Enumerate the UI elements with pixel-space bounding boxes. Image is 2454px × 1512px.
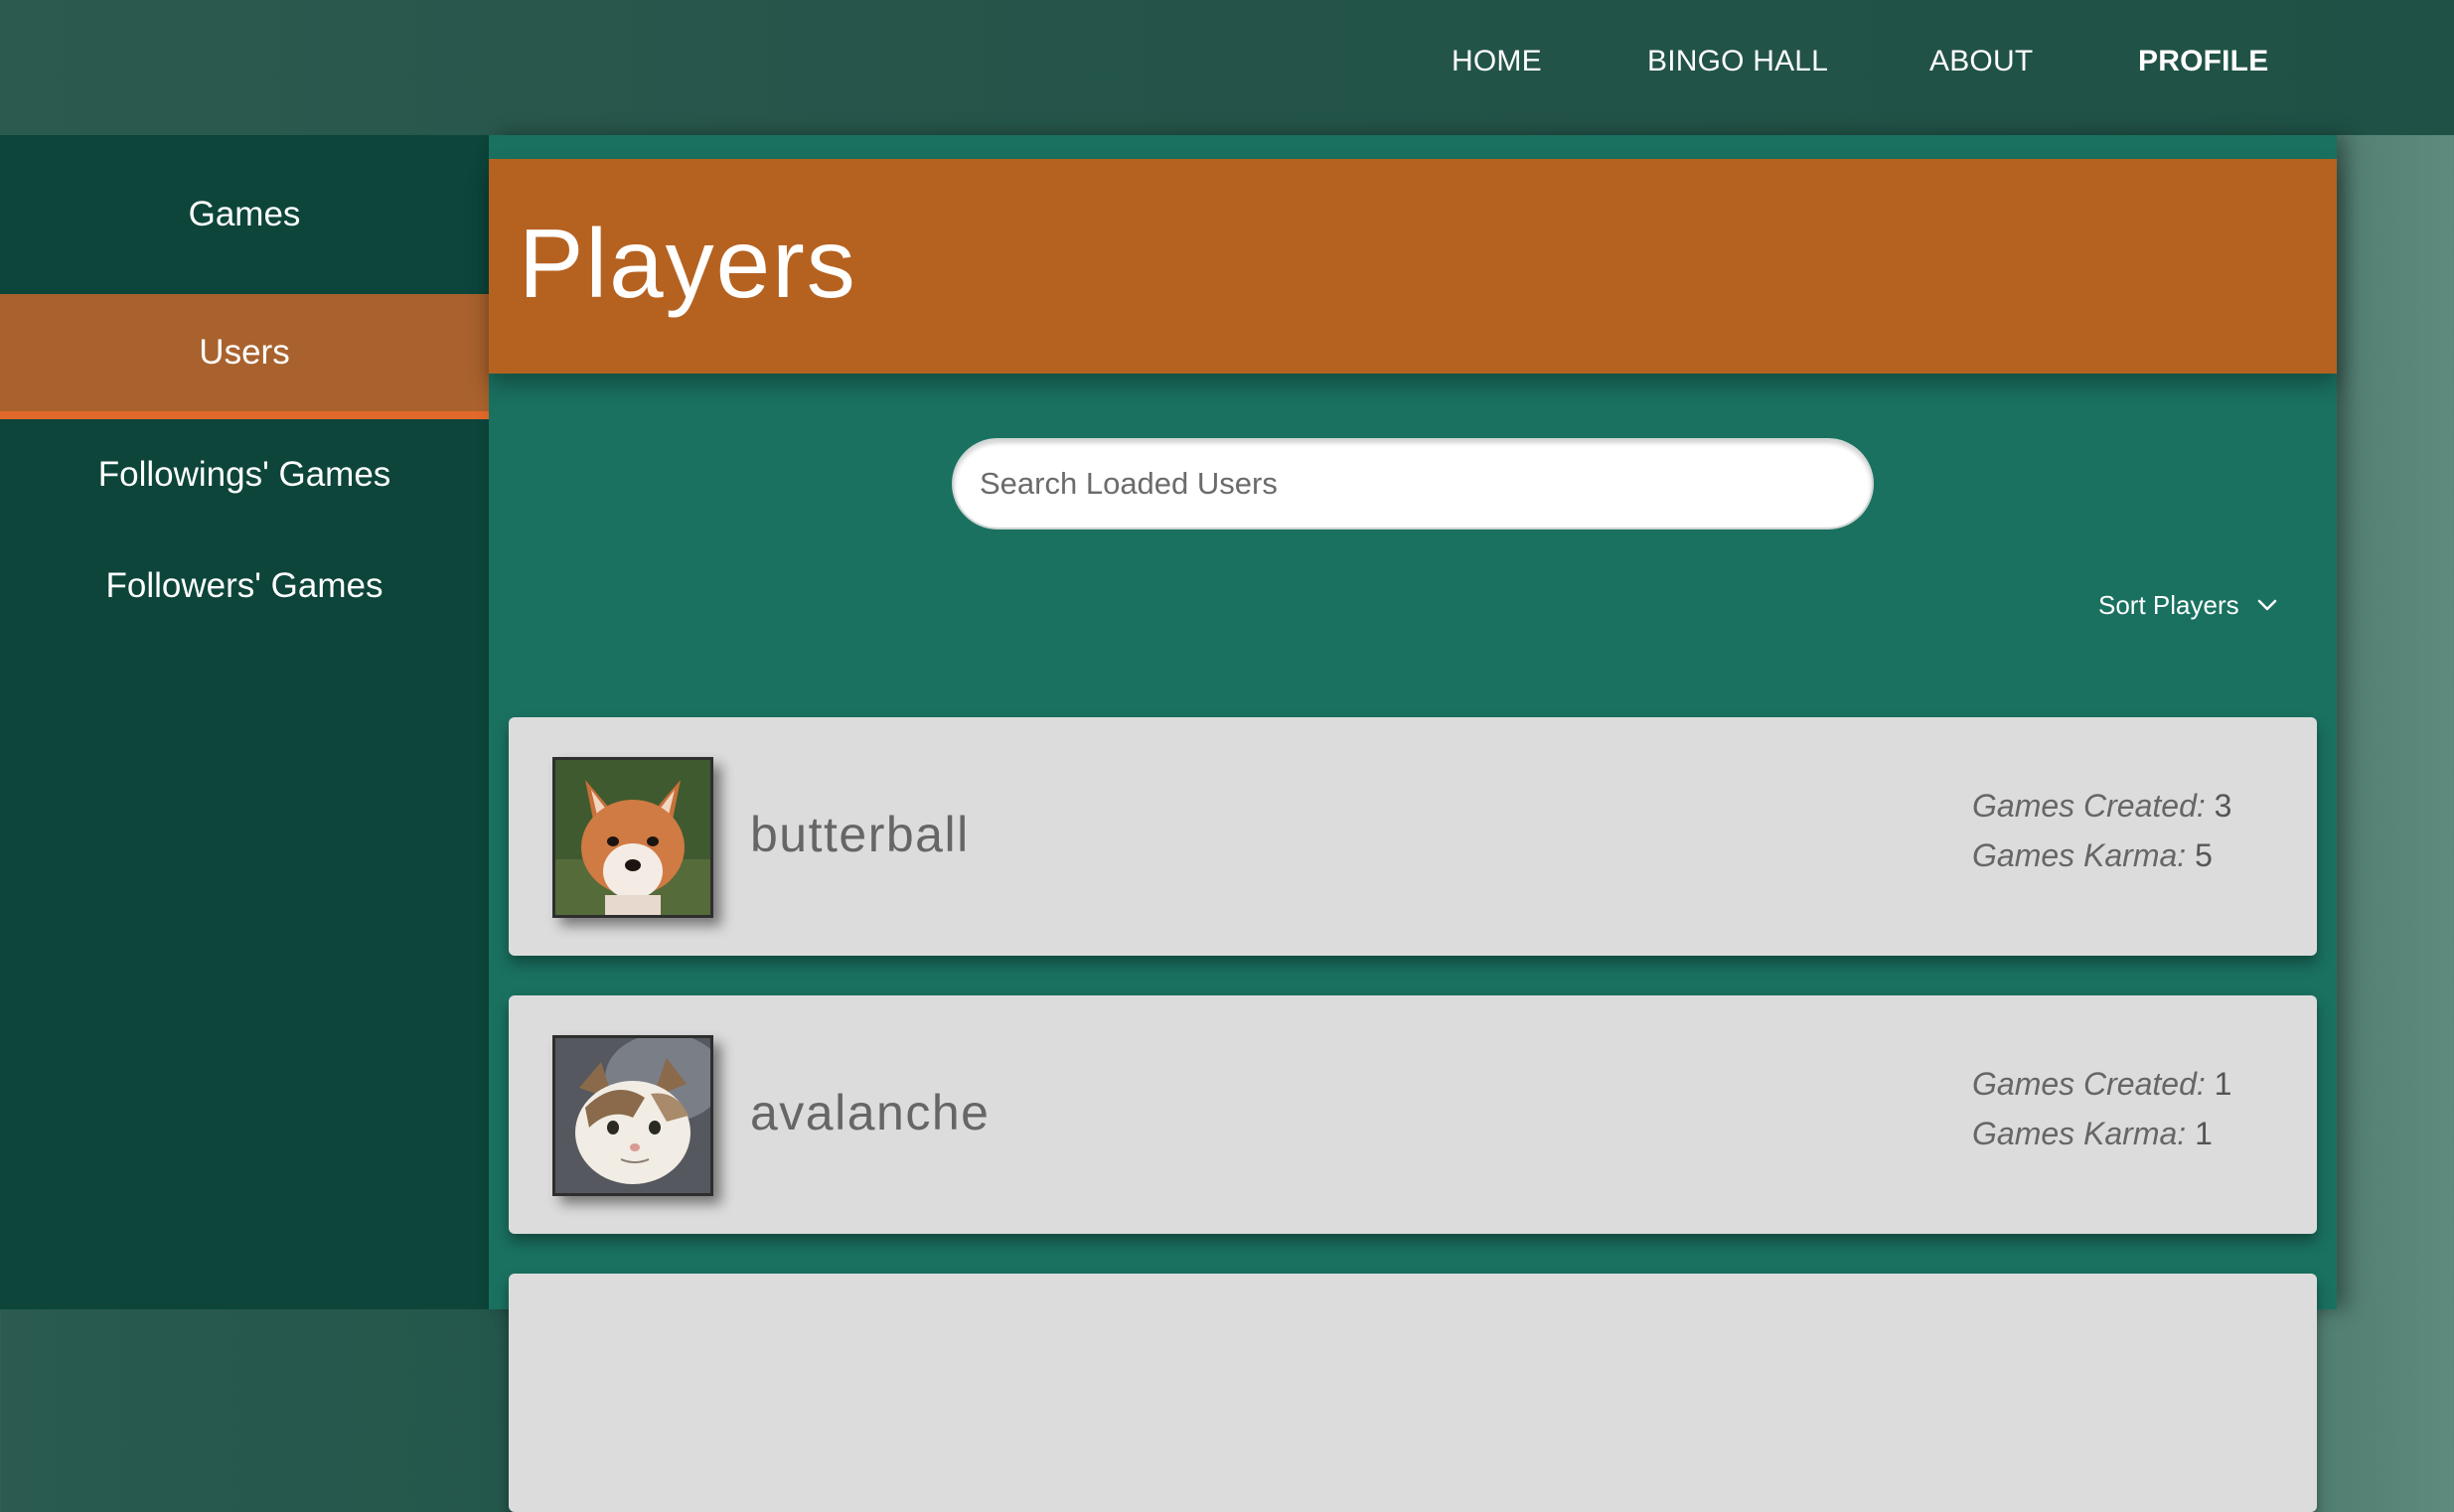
page-title: Players — [519, 209, 857, 318]
sidebar-item-label: Followers' Games — [105, 566, 383, 605]
games-karma-label: Games Karma: — [1972, 1116, 2187, 1151]
sidebar-item-users[interactable]: Users — [0, 294, 489, 419]
sidebar-item-label: Followings' Games — [97, 455, 391, 494]
player-username: butterball — [750, 807, 970, 862]
nav-about-link[interactable]: ABOUT — [1929, 40, 2033, 83]
sort-players-dropdown[interactable]: Sort Players — [2098, 580, 2279, 630]
cat-avatar — [552, 1035, 713, 1196]
chevron-down-icon — [2257, 599, 2276, 611]
games-created-value: 1 — [2214, 1066, 2232, 1102]
top-nav-bar: HOME BINGO HALL ABOUT PROFILE — [0, 0, 2454, 135]
player-card[interactable]: butterball Games Created: 3 Games Karma:… — [509, 717, 2317, 956]
nav-profile-link[interactable]: PROFILE — [2138, 40, 2268, 83]
player-stats: Games Created: 3 Games Karma: 5 — [1972, 781, 2231, 880]
sort-players-label: Sort Players — [2098, 589, 2239, 620]
sidebar-item-label: Games — [188, 195, 301, 233]
player-stats: Games Created: 1 Games Karma: 1 — [1972, 1059, 2231, 1158]
player-card[interactable] — [509, 1274, 2317, 1512]
games-created-value: 3 — [2214, 788, 2232, 824]
games-created-label: Games Created: — [1972, 788, 2206, 824]
games-karma-label: Games Karma: — [1972, 837, 2187, 873]
sidebar: Games Users Followings' Games Followers'… — [0, 135, 489, 1309]
player-card[interactable]: avalanche Games Created: 1 Games Karma: … — [509, 995, 2317, 1234]
sidebar-item-followers-games[interactable]: Followers' Games — [0, 530, 489, 642]
nav-bingo-hall-link[interactable]: BINGO HALL — [1647, 40, 1828, 83]
games-karma-value: 1 — [2195, 1116, 2213, 1151]
nav-home-link[interactable]: HOME — [1452, 40, 1542, 83]
search-input[interactable] — [952, 438, 1874, 529]
games-created-label: Games Created: — [1972, 1066, 2206, 1102]
sidebar-item-followings-games[interactable]: Followings' Games — [0, 419, 489, 530]
sidebar-item-label: Users — [199, 333, 290, 372]
fox-avatar — [552, 757, 713, 918]
games-karma-value: 5 — [2195, 837, 2213, 873]
main-panel: Players Sort Players b — [489, 135, 2337, 1512]
sidebar-item-games[interactable]: Games — [0, 135, 489, 294]
player-username: avalanche — [750, 1085, 991, 1140]
page-header: Players — [489, 159, 2337, 374]
